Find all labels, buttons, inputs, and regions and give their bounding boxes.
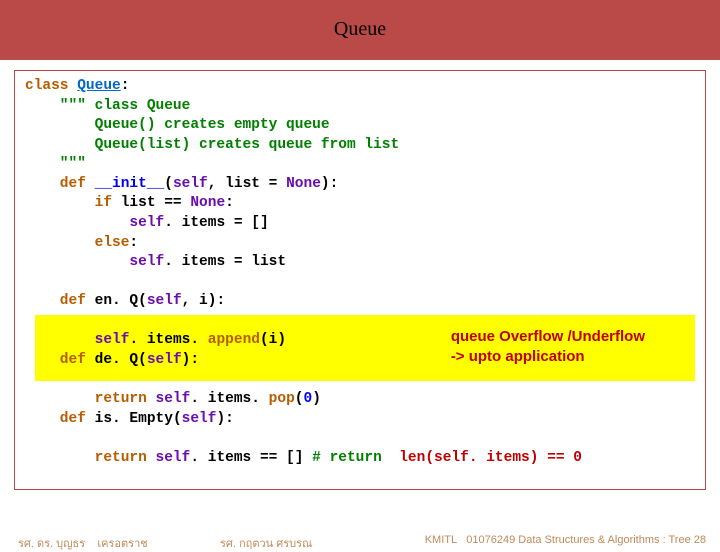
pop: pop <box>269 391 295 407</box>
p2: ( <box>138 293 147 309</box>
ret1: return <box>25 391 156 407</box>
note-line1: queue Overflow /Underflow <box>451 327 645 347</box>
def3: def <box>25 352 95 368</box>
cond: list == <box>121 195 191 211</box>
pre2 <box>25 254 129 270</box>
self5: self <box>95 332 130 348</box>
colon2: : <box>225 195 234 211</box>
docstring-l4: Queue(list) creates queue from list <box>25 137 399 153</box>
close: ): <box>321 176 338 192</box>
if: if <box>25 195 121 211</box>
none: None <box>286 176 321 192</box>
code-content: class Queue: """ class Queue Queue() cre… <box>25 77 695 468</box>
docstring-l3: Queue() creates empty queue <box>25 117 330 133</box>
self8: self <box>182 411 217 427</box>
course: 01076249 Data Structures & Algorithms : … <box>466 534 706 546</box>
rest: . items = [] <box>164 215 268 231</box>
rest3: . items) == <box>469 450 573 466</box>
kw-class: class <box>25 78 77 94</box>
len: len <box>399 450 425 466</box>
def4: def <box>25 411 95 427</box>
colon3: : <box>129 235 138 251</box>
docstring-l5: """ <box>25 156 86 172</box>
close5: ): <box>216 411 233 427</box>
items: . items. <box>129 332 207 348</box>
append: append <box>208 332 260 348</box>
mid: . items == [] <box>190 450 312 466</box>
p3: ( <box>138 352 147 368</box>
annotation-note: queue Overflow /Underflow -> upto applic… <box>451 327 645 366</box>
ret2: return <box>25 450 156 466</box>
self10: self <box>434 450 469 466</box>
def1: def <box>25 176 95 192</box>
args2: , i): <box>182 293 226 309</box>
self7: self <box>156 391 191 407</box>
deq: de. Q <box>95 352 139 368</box>
close4: ) <box>312 391 321 407</box>
pre <box>25 215 129 231</box>
slide-header: Queue <box>0 0 720 60</box>
ret3: return <box>321 450 399 466</box>
class-name: Queue <box>77 78 121 94</box>
else: else <box>25 235 129 251</box>
isempty: is. Empty <box>95 411 173 427</box>
hash: # <box>312 450 321 466</box>
self6: self <box>147 352 182 368</box>
close3: ): <box>182 352 199 368</box>
p: ( <box>164 176 173 192</box>
footer-course: KMITL 01076249 Data Structures & Algorit… <box>425 534 706 546</box>
self3: self <box>129 254 164 270</box>
zero: 0 <box>303 391 312 407</box>
colon: : <box>121 78 130 94</box>
zero2: 0 <box>573 450 582 466</box>
self4: self <box>147 293 182 309</box>
none2: None <box>190 195 225 211</box>
pre3 <box>25 332 95 348</box>
items2: . items. <box>190 391 268 407</box>
p6: ( <box>425 450 434 466</box>
code-box: class Queue: """ class Queue Queue() cre… <box>14 70 706 490</box>
docstring-l2: """ class Queue <box>25 98 190 114</box>
rest2: . items = list <box>164 254 286 270</box>
enq: en. Q <box>95 293 139 309</box>
slide-title: Queue <box>334 18 386 41</box>
self: self <box>173 176 208 192</box>
init-name: __init__ <box>95 176 165 192</box>
arg: (i) <box>260 332 286 348</box>
args: , list = <box>208 176 286 192</box>
self2: self <box>129 215 164 231</box>
footer-author1: รศ. ดร. บุญธร เครอตราช <box>18 534 148 552</box>
self9: self <box>156 450 191 466</box>
note-line2: -> upto application <box>451 347 645 367</box>
inst: KMITL <box>425 534 457 546</box>
p5: ( <box>173 411 182 427</box>
def2: def <box>25 293 95 309</box>
footer-author2: รศ. กฤตวน ศรบรณ <box>220 534 312 552</box>
